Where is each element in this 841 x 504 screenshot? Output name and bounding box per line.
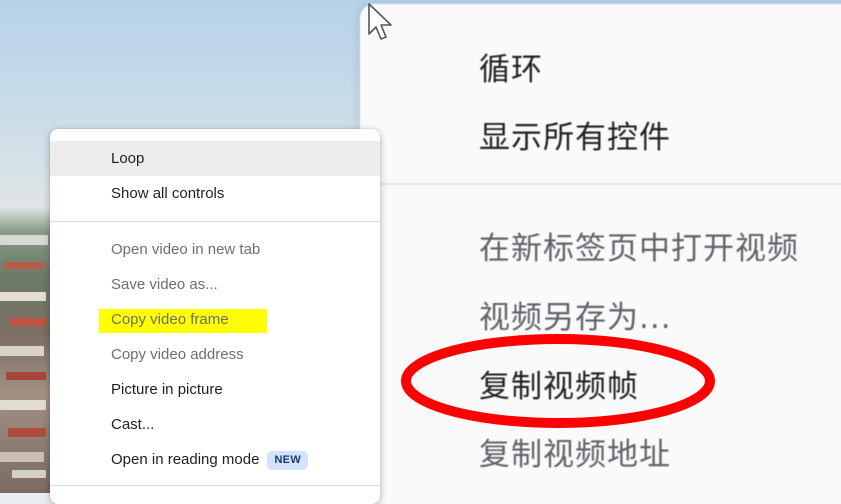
video-context-menu: Loop Show all controls Open video in new…	[50, 129, 380, 504]
mouse-cursor-icon	[368, 3, 392, 40]
zoomed-context-menu: 循环 显示所有控件 在新标签页中打开视频 视频另存为... 复制视频帧 复制视频…	[360, 4, 841, 504]
zh-menu-item-open-new-tab: 在新标签页中打开视频	[479, 231, 799, 267]
menu-item-loop[interactable]: Loop	[50, 141, 380, 176]
zh-menu-item-show-controls: 显示所有控件	[479, 120, 671, 156]
menu-item-save-video-as[interactable]: Save video as...	[50, 267, 380, 302]
menu-item-show-all-controls[interactable]: Show all controls	[50, 176, 380, 211]
menu-item-picture-in-picture[interactable]: Picture in picture	[50, 372, 380, 407]
menu-item-copy-video-frame[interactable]: Copy video frame	[50, 302, 380, 337]
zh-menu-item-save-video: 视频另存为...	[479, 300, 672, 336]
menu-item-copy-video-address[interactable]: Copy video address	[50, 337, 380, 372]
menu-item-open-video-new-tab[interactable]: Open video in new tab	[50, 232, 380, 267]
zh-menu-separator	[360, 183, 841, 185]
zh-menu-item-copy-frame: 复制视频帧	[479, 369, 639, 405]
menu-separator	[50, 221, 380, 222]
menu-item-cast[interactable]: Cast...	[50, 407, 380, 442]
zh-menu-item-loop: 循环	[479, 52, 543, 88]
menu-item-open-reading-mode[interactable]: Open in reading mode NEW	[50, 442, 380, 477]
menu-separator-bottom	[50, 485, 380, 486]
new-badge: NEW	[267, 451, 309, 470]
zh-menu-item-copy-address: 复制视频地址	[479, 437, 671, 473]
